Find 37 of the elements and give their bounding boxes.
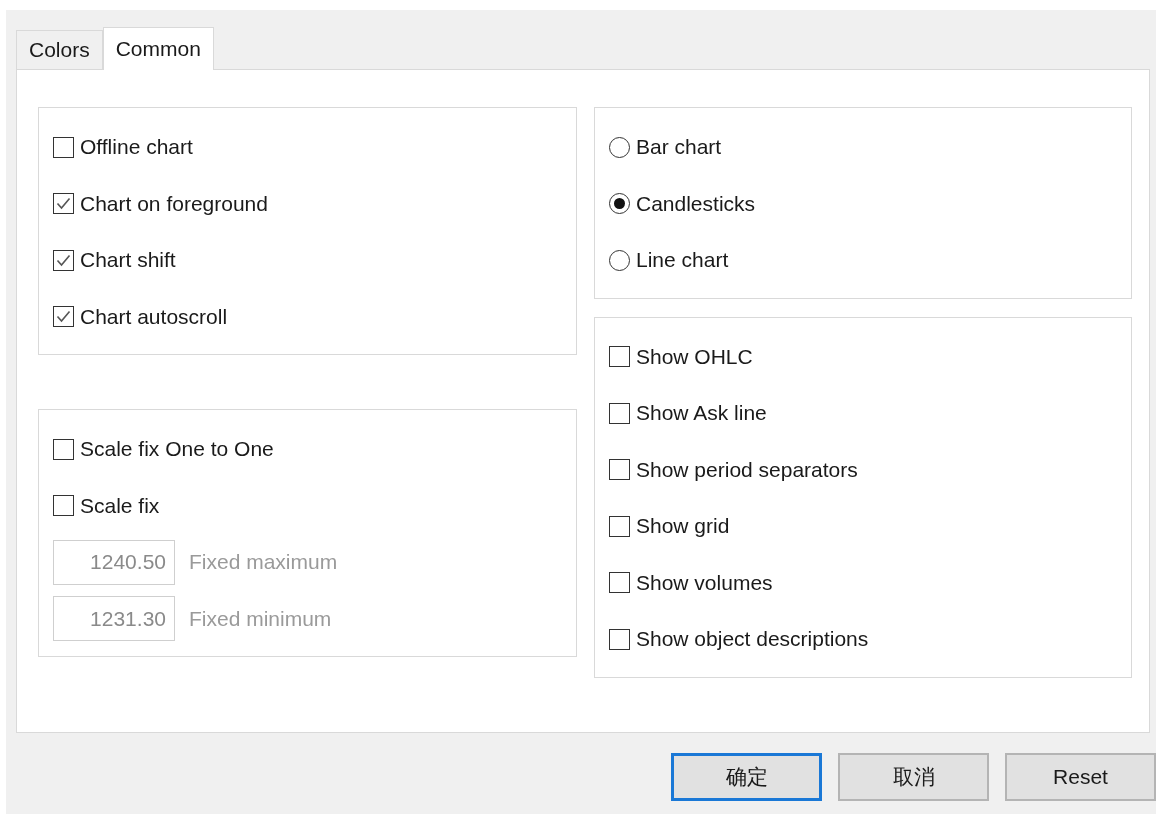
checkbox[interactable] <box>609 402 630 424</box>
radio-label: Bar chart <box>636 135 722 160</box>
radio-label: Candlesticks <box>636 191 756 216</box>
dialog-button[interactable]: Reset <box>1005 753 1156 801</box>
checkbox-label: Show OHLC <box>636 344 753 369</box>
checkbox[interactable] <box>609 459 630 481</box>
checkbox[interactable] <box>609 628 630 650</box>
checkbox-label: Chart autoscroll <box>80 304 228 329</box>
check-icon <box>56 253 71 267</box>
checkbox[interactable] <box>53 136 74 158</box>
radio-label: Line chart <box>636 248 729 273</box>
checkbox[interactable] <box>609 572 630 594</box>
check-icon <box>56 310 71 324</box>
checkbox[interactable] <box>53 495 74 517</box>
field-label: Fixed maximum <box>189 550 338 575</box>
checkbox[interactable] <box>53 306 74 328</box>
checkbox[interactable] <box>53 249 74 271</box>
dialog-button[interactable]: 确定 <box>671 753 822 801</box>
checkbox-label: Scale fix One to One <box>80 437 274 462</box>
checkbox[interactable] <box>609 515 630 537</box>
checkbox-label: Scale fix <box>80 493 160 518</box>
checkbox-label: Show object descriptions <box>636 627 869 652</box>
check-icon <box>56 197 71 211</box>
checkbox-label: Chart shift <box>80 248 176 273</box>
checkbox-label: Show grid <box>636 514 730 539</box>
checkbox[interactable] <box>609 346 630 368</box>
checkbox-label: Offline chart <box>80 135 193 160</box>
checkbox-label: Show period separators <box>636 457 858 482</box>
checkbox[interactable] <box>53 438 74 460</box>
checkbox-label: Show Ask line <box>636 401 767 426</box>
checkbox-label: Chart on foreground <box>80 191 268 216</box>
tab[interactable]: Common <box>102 27 214 70</box>
field-label: Fixed minimum <box>189 606 332 631</box>
checkbox[interactable] <box>53 193 74 215</box>
tab[interactable]: Colors <box>16 30 103 69</box>
checkbox-label: Show volumes <box>636 570 773 595</box>
dialog-button[interactable]: 取消 <box>838 753 989 801</box>
